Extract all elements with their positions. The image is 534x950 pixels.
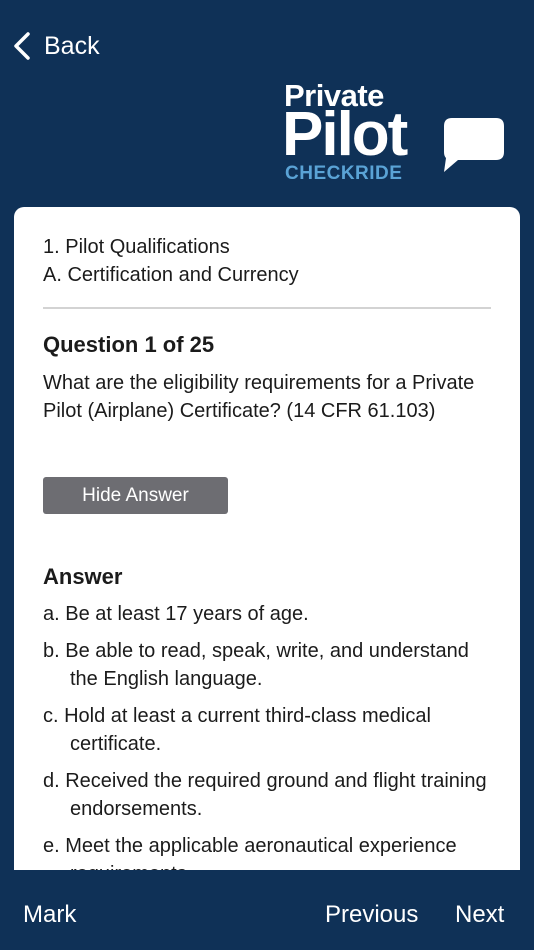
back-button[interactable]: Back xyxy=(12,28,100,64)
logo-checkride-text: CHECKRIDE xyxy=(285,163,403,184)
answer-item: c. Hold at least a current third-class m… xyxy=(43,705,431,755)
category-title: A. Certification and Currency xyxy=(43,264,299,286)
question-text: What are the eligibility requirements fo… xyxy=(43,372,475,422)
speech-bubble-icon xyxy=(444,118,504,172)
answer-item: a. Be at least 17 years of age. xyxy=(43,603,309,625)
question-number: Question 1 of 25 xyxy=(43,332,215,357)
question-card: 1. Pilot Qualifications A. Certification… xyxy=(14,207,520,870)
logo-pilot-text: Pilot xyxy=(282,100,408,169)
back-label: Back xyxy=(44,31,100,60)
next-button[interactable]: Next xyxy=(455,900,504,930)
app-logo: Private Pilot CHECKRIDE xyxy=(282,80,514,190)
answer-item: d. Received the required ground and flig… xyxy=(43,770,487,820)
answer-heading: Answer xyxy=(43,564,123,589)
previous-button[interactable]: Previous xyxy=(325,900,418,930)
screen: Back Private Pilot CHECKRIDE 1. Pilot Qu… xyxy=(0,0,534,950)
answer-item: e. Meet the applicable aeronautical expe… xyxy=(43,835,457,870)
mark-button[interactable]: Mark xyxy=(23,900,76,930)
bottom-toolbar: Mark Previous Next xyxy=(0,870,534,950)
hide-answer-button[interactable]: Hide Answer xyxy=(43,477,228,514)
chevron-left-icon xyxy=(14,32,30,60)
answer-list: a. Be at least 17 years of age. b. Be ab… xyxy=(43,600,491,870)
section-title: 1. Pilot Qualifications xyxy=(43,236,230,258)
answer-item: b. Be able to read, speak, write, and un… xyxy=(43,640,469,690)
divider xyxy=(43,307,491,309)
